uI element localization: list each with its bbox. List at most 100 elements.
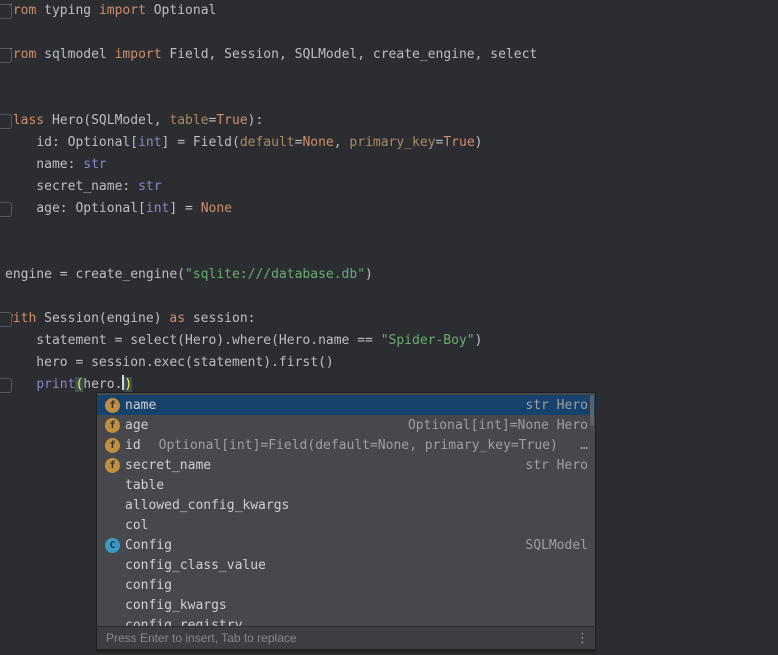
code-token: secret_name: bbox=[5, 179, 138, 194]
gutter-mark-icon[interactable] bbox=[0, 378, 12, 393]
completion-item[interactable]: allowed_config_kwargs bbox=[97, 495, 595, 515]
code-line[interactable] bbox=[5, 66, 778, 88]
code-token: statement = select(Hero).where(Hero.name… bbox=[5, 333, 381, 348]
gutter-mark-icon[interactable] bbox=[0, 312, 12, 327]
code-token: import bbox=[99, 3, 146, 18]
code-token: Hero(SQLModel, bbox=[44, 113, 169, 128]
code-line[interactable] bbox=[5, 242, 778, 264]
completion-item-type-hint: … bbox=[580, 438, 588, 453]
code-token: ] = bbox=[169, 201, 200, 216]
code-token: Optional bbox=[146, 3, 216, 18]
code-token: primary_key bbox=[349, 135, 435, 150]
gutter-mark-icon[interactable] bbox=[0, 48, 12, 63]
completion-hint: Press Enter to insert, Tab to replace bbox=[106, 631, 297, 645]
code-token: session: bbox=[185, 311, 255, 326]
code-token: import bbox=[115, 47, 162, 62]
code-line[interactable]: class Hero(SQLModel, table=True): bbox=[5, 110, 778, 132]
code-token: True bbox=[216, 113, 247, 128]
code-token: "Spider-Boy" bbox=[381, 333, 475, 348]
completion-item-label: age bbox=[125, 418, 148, 433]
completion-item-label: config_class_value bbox=[125, 558, 266, 573]
completion-item-label: config_kwargs bbox=[125, 598, 227, 613]
icon-placeholder bbox=[105, 558, 120, 573]
code-token: age: Optional[ bbox=[5, 201, 146, 216]
code-token: ) bbox=[365, 267, 373, 282]
icon-placeholder bbox=[105, 478, 120, 493]
code-line[interactable] bbox=[5, 88, 778, 110]
completion-item-label: Config bbox=[125, 538, 172, 553]
completion-item[interactable]: fnamestr Hero bbox=[97, 395, 595, 415]
completion-popup: fnamestr HerofageOptional[int]=None Hero… bbox=[96, 392, 596, 649]
completion-item-label: id bbox=[125, 438, 141, 453]
code-line[interactable]: from sqlmodel import Field, Session, SQL… bbox=[5, 44, 778, 66]
code-token: "sqlite:///database.db" bbox=[185, 267, 365, 282]
scrollbar-thumb[interactable] bbox=[590, 395, 594, 426]
code-token: default bbox=[240, 135, 295, 150]
code-token: ) bbox=[475, 333, 483, 348]
icon-placeholder bbox=[105, 598, 120, 613]
code-line[interactable]: from typing import Optional bbox=[5, 0, 778, 22]
completion-item-label: config bbox=[125, 578, 172, 593]
code-line[interactable]: name: str bbox=[5, 154, 778, 176]
code-token: , bbox=[334, 135, 350, 150]
gutter-mark-icon[interactable] bbox=[0, 4, 12, 19]
completion-item[interactable]: config_registry bbox=[97, 615, 595, 626]
completion-item[interactable]: fid Optional[int]=Field(default=None, pri… bbox=[97, 435, 595, 455]
code-token: ) bbox=[124, 377, 132, 392]
code-token: str bbox=[138, 179, 161, 194]
code-line[interactable] bbox=[5, 220, 778, 242]
code-token: True bbox=[443, 135, 474, 150]
completion-item-signature: Optional[int]=Field(default=None, primar… bbox=[159, 438, 558, 453]
completion-item[interactable]: table bbox=[97, 475, 595, 495]
code-line[interactable]: with Session(engine) as session: bbox=[5, 308, 778, 330]
code-line[interactable] bbox=[5, 286, 778, 308]
code-token: hero = session.exec(statement).first() bbox=[5, 355, 334, 370]
icon-placeholder bbox=[105, 518, 120, 533]
completion-item-label: allowed_config_kwargs bbox=[125, 498, 289, 513]
field-icon: f bbox=[105, 418, 120, 433]
code-token: None bbox=[201, 201, 232, 216]
code-line[interactable]: id: Optional[int] = Field(default=None, … bbox=[5, 132, 778, 154]
icon-placeholder bbox=[105, 498, 120, 513]
completion-item-label: table bbox=[125, 478, 164, 493]
completion-item-type-hint: str Hero bbox=[525, 458, 588, 473]
field-icon: f bbox=[105, 458, 120, 473]
code-token: id: Optional[ bbox=[5, 135, 138, 150]
completion-item-label: secret_name bbox=[125, 458, 211, 473]
code-line[interactable]: engine = create_engine("sqlite:///databa… bbox=[5, 264, 778, 286]
code-line[interactable] bbox=[5, 22, 778, 44]
code-token: as bbox=[169, 311, 185, 326]
completion-list[interactable]: fnamestr HerofageOptional[int]=None Hero… bbox=[97, 393, 595, 626]
code-line[interactable]: hero = session.exec(statement).first() bbox=[5, 352, 778, 374]
gutter-mark-icon[interactable] bbox=[0, 114, 12, 129]
code-token: ] = Field( bbox=[162, 135, 240, 150]
code-token: name: bbox=[5, 157, 83, 172]
completion-item[interactable]: config_kwargs bbox=[97, 595, 595, 615]
completion-item[interactable]: CConfigSQLModel bbox=[97, 535, 595, 555]
code-line[interactable]: secret_name: str bbox=[5, 176, 778, 198]
kebab-vertical-icon[interactable]: ⋮ bbox=[576, 631, 589, 646]
completion-item[interactable]: col bbox=[97, 515, 595, 535]
completion-item[interactable]: config bbox=[97, 575, 595, 595]
completion-item[interactable]: config_class_value bbox=[97, 555, 595, 575]
code-token: ) bbox=[475, 135, 483, 150]
gutter-mark-icon[interactable] bbox=[0, 202, 12, 217]
completion-footer: Press Enter to insert, Tab to replace ⋮ bbox=[97, 626, 595, 649]
code-token: int bbox=[138, 135, 161, 150]
code-token: hero. bbox=[83, 377, 122, 392]
code-token: str bbox=[83, 157, 106, 172]
code-line[interactable]: age: Optional[int] = None bbox=[5, 198, 778, 220]
completion-item[interactable]: fage Optional[int]=None Hero bbox=[97, 415, 595, 435]
code-token: Session(engine) bbox=[36, 311, 169, 326]
code-line[interactable]: statement = select(Hero).where(Hero.name… bbox=[5, 330, 778, 352]
code-token: int bbox=[146, 201, 169, 216]
field-icon: f bbox=[105, 438, 120, 453]
code-token: None bbox=[302, 135, 333, 150]
code-token: typing bbox=[36, 3, 99, 18]
completion-item-label: name bbox=[125, 398, 156, 413]
icon-placeholder bbox=[105, 578, 120, 593]
code-token: print bbox=[36, 377, 75, 392]
completion-item-type-hint: Optional[int]=None Hero bbox=[408, 418, 588, 433]
completion-item[interactable]: f secret_name str Hero bbox=[97, 455, 595, 475]
completion-item-label: config_registry bbox=[125, 618, 242, 627]
